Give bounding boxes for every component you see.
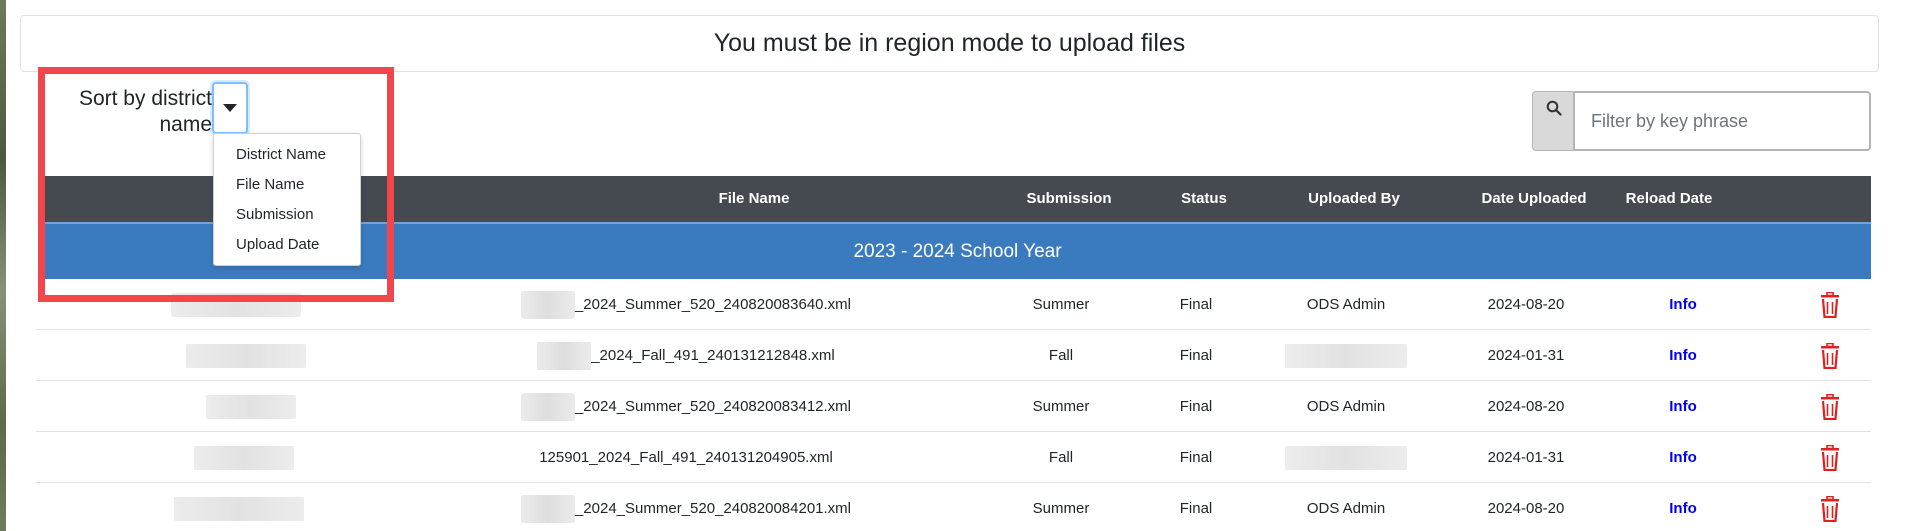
file-name-cell: _2024_Summer_520_240820083640.xml bbox=[436, 279, 936, 330]
status-cell: Final bbox=[1179, 296, 1213, 313]
mode-warning-banner: You must be in region mode to upload fil… bbox=[20, 15, 1879, 72]
district-cell-redacted bbox=[206, 381, 296, 432]
trash-icon[interactable] bbox=[1819, 496, 1841, 522]
trash-icon[interactable] bbox=[1819, 292, 1841, 318]
date-uploaded-cell: 2024-08-20 bbox=[1487, 500, 1565, 517]
file-name-cell: _2024_Summer_520_240820084201.xml bbox=[436, 483, 936, 531]
uploaded-by-cell: ODS Admin bbox=[1306, 398, 1386, 415]
redacted-prefix bbox=[520, 495, 575, 524]
trash-icon[interactable] bbox=[1819, 343, 1841, 369]
search-button[interactable] bbox=[1532, 91, 1573, 151]
submission-cell: Fall bbox=[1048, 347, 1074, 364]
status-cell: Final bbox=[1179, 500, 1213, 517]
status-cell: Final bbox=[1179, 347, 1213, 364]
header-file-name[interactable]: File Name bbox=[584, 176, 924, 222]
table-row: 125901_2024_Fall_491_240131204905.xml Fa… bbox=[36, 432, 1871, 483]
date-uploaded-cell: 2024-08-20 bbox=[1487, 296, 1565, 313]
sort-option-upload-date[interactable]: Upload Date bbox=[214, 230, 360, 260]
info-link[interactable]: Info bbox=[1653, 432, 1713, 483]
date-uploaded-cell: 2024-01-31 bbox=[1487, 347, 1565, 364]
sort-option-file-name[interactable]: File Name bbox=[214, 170, 360, 200]
banner-text: You must be in region mode to upload fil… bbox=[713, 29, 1186, 57]
sort-option-submission[interactable]: Submission bbox=[214, 200, 360, 230]
district-cell-redacted bbox=[194, 432, 294, 483]
submission-cell: Fall bbox=[1048, 449, 1074, 466]
redacted-prefix bbox=[520, 291, 575, 320]
file-name-cell: _2024_Fall_491_240131212848.xml bbox=[436, 330, 936, 381]
uploaded-by-cell-redacted bbox=[1266, 432, 1426, 483]
header-uploaded-by[interactable]: Uploaded By bbox=[1274, 176, 1434, 222]
date-uploaded-cell: 2024-01-31 bbox=[1487, 449, 1565, 466]
submission-cell: Summer bbox=[1032, 398, 1090, 415]
submission-cell: Summer bbox=[1032, 500, 1090, 517]
table-row: _2024_Summer_520_240820084201.xml Summer… bbox=[36, 483, 1871, 531]
sort-dropdown-menu: District Name File Name Submission Uploa… bbox=[213, 133, 361, 266]
redacted-prefix bbox=[520, 393, 575, 422]
info-link[interactable]: Info bbox=[1653, 483, 1713, 531]
file-name-cell: 125901_2024_Fall_491_240131204905.xml bbox=[539, 449, 833, 466]
district-cell-redacted bbox=[186, 330, 306, 381]
status-cell: Final bbox=[1179, 449, 1213, 466]
date-uploaded-cell: 2024-08-20 bbox=[1487, 398, 1565, 415]
district-cell-redacted bbox=[171, 279, 301, 330]
district-cell-redacted bbox=[174, 483, 304, 531]
redacted-prefix bbox=[537, 342, 592, 371]
page: You must be in region mode to upload fil… bbox=[0, 0, 1906, 531]
trash-icon[interactable] bbox=[1819, 394, 1841, 420]
info-link[interactable]: Info bbox=[1653, 330, 1713, 381]
search-icon bbox=[1546, 100, 1562, 116]
sort-dropdown-toggle[interactable] bbox=[212, 82, 248, 134]
file-name-cell: _2024_Summer_520_240820083412.xml bbox=[436, 381, 936, 432]
caret-down-icon bbox=[223, 104, 237, 112]
background-edge bbox=[0, 0, 6, 531]
header-status[interactable]: Status bbox=[1154, 176, 1254, 222]
table-row: _2024_Fall_491_240131212848.xml Fall Fin… bbox=[36, 330, 1871, 381]
header-submission[interactable]: Submission bbox=[1004, 176, 1134, 222]
submission-cell: Summer bbox=[1032, 296, 1090, 313]
info-link[interactable]: Info bbox=[1653, 381, 1713, 432]
search-input[interactable] bbox=[1573, 91, 1871, 151]
info-link[interactable]: Info bbox=[1653, 279, 1713, 330]
table-row: _2024_Summer_520_240820083412.xml Summer… bbox=[36, 381, 1871, 432]
uploaded-by-cell-redacted bbox=[1266, 330, 1426, 381]
uploaded-by-cell: ODS Admin bbox=[1306, 296, 1386, 313]
header-reload-date[interactable]: Reload Date bbox=[1604, 176, 1734, 222]
header-date-uploaded[interactable]: Date Uploaded bbox=[1454, 176, 1614, 222]
sort-option-district-name[interactable]: District Name bbox=[214, 140, 360, 170]
trash-icon[interactable] bbox=[1819, 445, 1841, 471]
sort-label: Sort by district name bbox=[78, 87, 212, 136]
table-row: _2024_Summer_520_240820083640.xml Summer… bbox=[36, 279, 1871, 330]
status-cell: Final bbox=[1179, 398, 1213, 415]
group-label: 2023 - 2024 School Year bbox=[853, 240, 1062, 262]
uploaded-by-cell: ODS Admin bbox=[1306, 500, 1386, 517]
search-group bbox=[1532, 91, 1871, 151]
